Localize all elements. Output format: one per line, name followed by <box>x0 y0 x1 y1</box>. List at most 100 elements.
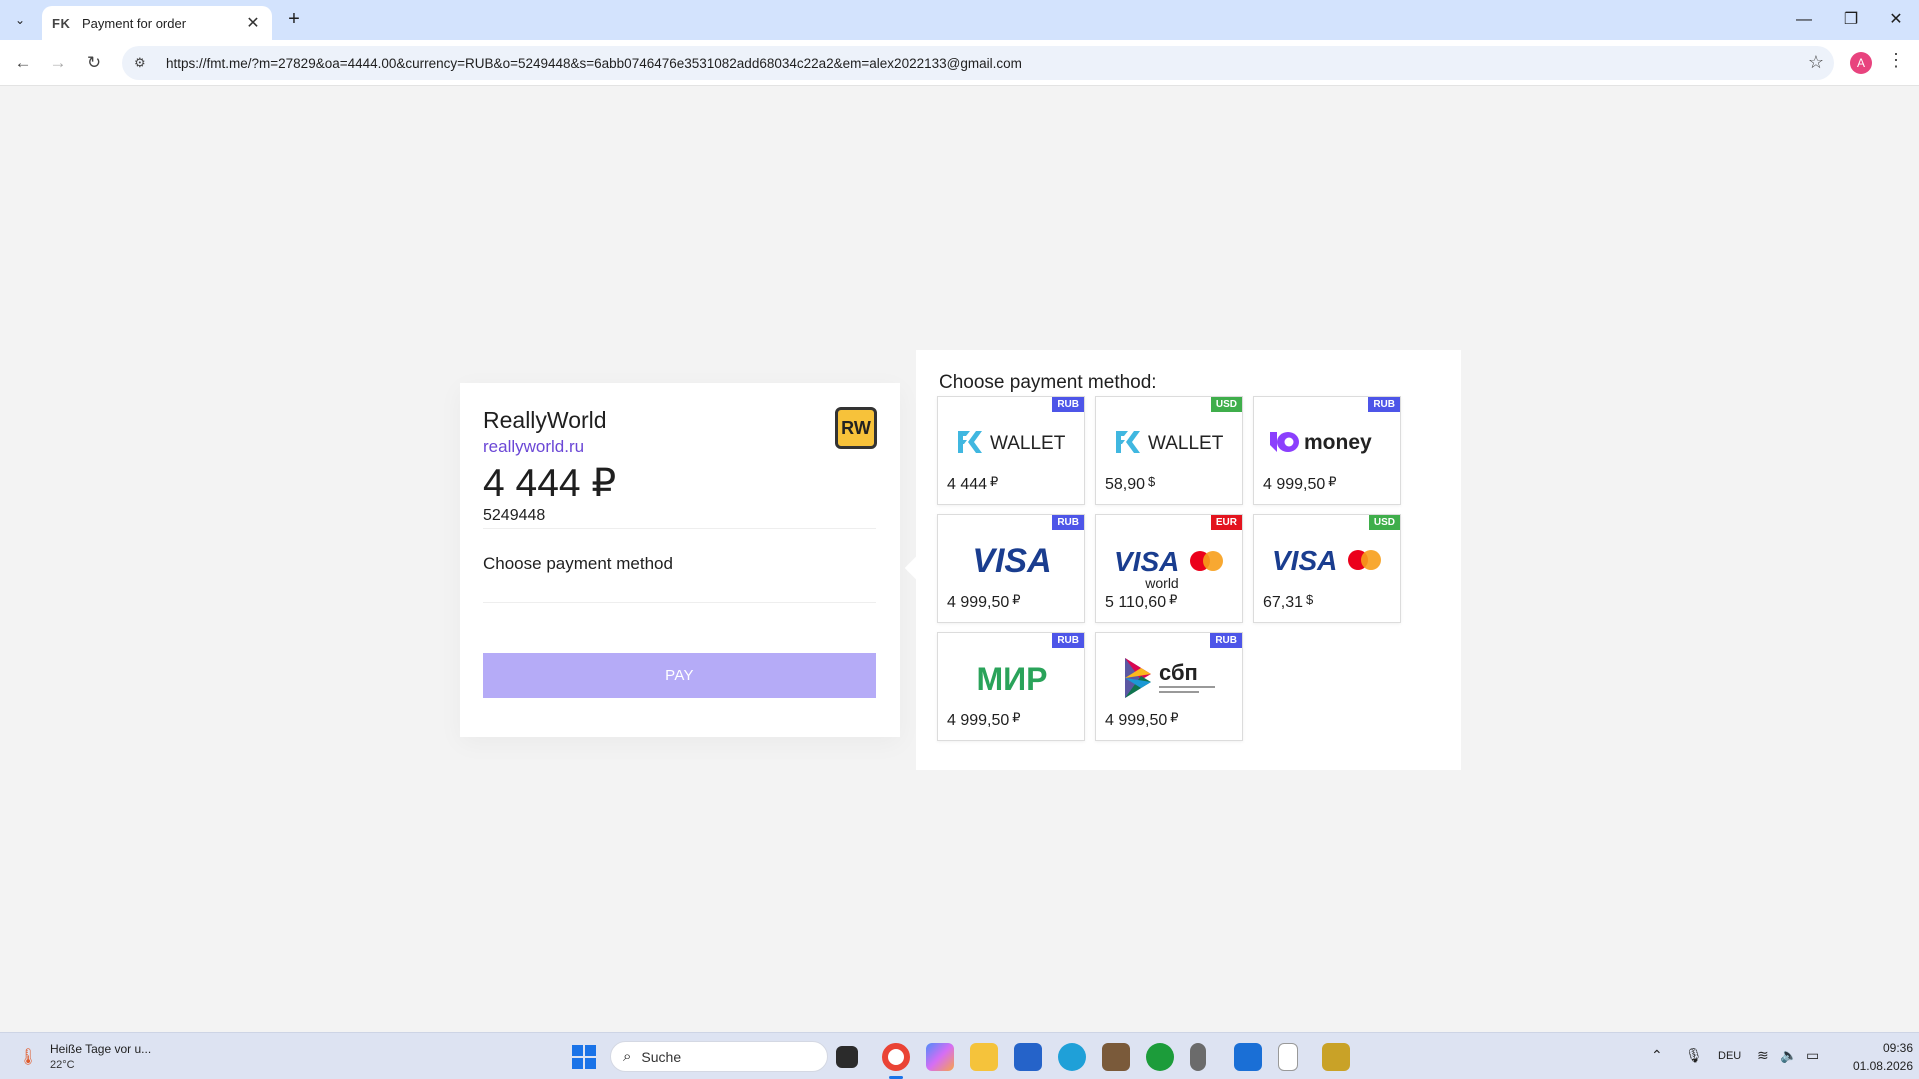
tab-strip: ⌄ FK Payment for order ✕ + — ❐ ✕ <box>0 0 1919 40</box>
back-icon[interactable]: ← <box>10 50 36 76</box>
currency-badge: USD <box>1368 515 1400 530</box>
start-windows-icon[interactable] <box>572 1045 596 1069</box>
method-price: 4 999,50 ₽ <box>1105 710 1179 729</box>
method-tile-mir[interactable]: RUB МИР 4 999,50 ₽ <box>937 632 1085 741</box>
world-text: world <box>1144 575 1178 591</box>
volume-muted-icon[interactable]: 🔈 <box>1780 1047 1797 1064</box>
merchant-logo: RW <box>835 407 877 449</box>
microphone-icon[interactable]: 🎙 <box>1685 1047 1703 1064</box>
tab-title: Payment for order <box>82 15 187 31</box>
currency-badge: RUB <box>1052 397 1084 412</box>
method-price: 4 999,50 ₽ <box>947 592 1021 611</box>
currency-badge: RUB <box>1210 633 1242 648</box>
tab-payment[interactable]: FK Payment for order ✕ <box>42 6 272 40</box>
url-text[interactable]: https://fmt.me/?m=27829&oa=4444.00&curre… <box>166 56 1022 71</box>
weather-temp: 22°C <box>50 1059 75 1071</box>
search-placeholder: Suche <box>641 1048 682 1065</box>
file-explorer-icon[interactable] <box>970 1043 998 1071</box>
minimize-icon[interactable]: — <box>1784 6 1824 34</box>
search-icon: ⌕ <box>623 1048 632 1065</box>
menu-kebab-icon[interactable]: ⋮ <box>1886 50 1906 71</box>
outlook-icon[interactable] <box>1234 1043 1262 1071</box>
weather-title[interactable]: Heiße Tage vor u... <box>50 1042 151 1056</box>
visa-text: VISA <box>972 542 1051 580</box>
method-tile-fk-wallet-rub[interactable]: RUB WALLET 4 444 ₽ <box>937 396 1085 505</box>
currency-badge: RUB <box>1368 397 1400 412</box>
taskbar-search[interactable]: ⌕ Suche <box>610 1041 828 1072</box>
sbp-text: сбп <box>1159 660 1198 685</box>
money-text: money <box>1304 431 1372 454</box>
divider <box>483 602 876 603</box>
visa-text: VISA <box>1272 545 1337 576</box>
merchant-site-link[interactable]: reallyworld.ru <box>483 437 584 457</box>
task-view-icon[interactable] <box>836 1046 858 1068</box>
visa-text: VISA <box>1114 546 1179 577</box>
method-price: 4 999,50 ₽ <box>947 710 1021 729</box>
method-tile-yoomoney[interactable]: RUB money 4 999,50 ₽ <box>1253 396 1401 505</box>
forward-icon[interactable]: → <box>45 50 71 76</box>
tab-favicon: FK <box>52 15 71 31</box>
mouse-app-icon[interactable] <box>1190 1043 1206 1071</box>
sbp-logo: сбп <box>1096 649 1244 707</box>
restore-icon[interactable]: ❐ <box>1831 6 1871 34</box>
fk-wallet-logo: WALLET <box>1096 413 1244 471</box>
currency-badge: USD <box>1210 397 1242 412</box>
methods-title: Choose payment method: <box>939 372 1157 393</box>
visa-mastercard-world-logo: VISA world <box>1096 537 1244 595</box>
chrome-icon[interactable] <box>882 1043 910 1071</box>
method-price: 4 999,50 ₽ <box>1263 474 1337 493</box>
order-amount: 4 444 ₽ <box>483 462 617 505</box>
payment-method-selector[interactable]: Choose payment method <box>483 554 673 574</box>
method-price: 67,31 $ <box>1263 592 1314 611</box>
visa-logo: VISA <box>938 531 1086 589</box>
method-price: 5 110,60 ₽ <box>1105 592 1178 611</box>
method-tile-visa-rub[interactable]: RUB VISA 4 999,50 ₽ <box>937 514 1085 623</box>
method-tile-visa-mastercard-usd[interactable]: USD VISA 67,31 $ <box>1253 514 1401 623</box>
new-tab-button[interactable]: + <box>282 8 306 32</box>
method-tile-visa-mastercard-eur[interactable]: EUR VISA world 5 110,60 ₽ <box>1095 514 1243 623</box>
battery-icon[interactable]: ▭ <box>1806 1047 1819 1064</box>
divider <box>483 528 876 529</box>
pay-button[interactable]: PAY <box>483 653 876 698</box>
clock-date[interactable]: 01.08.2026 <box>1845 1059 1913 1073</box>
mir-text: МИР <box>977 661 1048 697</box>
microsoft-store-icon[interactable] <box>1014 1043 1042 1071</box>
currency-badge: RUB <box>1052 633 1084 648</box>
reload-icon[interactable]: ↻ <box>81 50 107 76</box>
visa-mastercard-logo: VISA <box>1254 531 1402 589</box>
tray-chevron-icon[interactable]: ⌃ <box>1651 1047 1663 1064</box>
method-price: 58,90 $ <box>1105 474 1156 493</box>
method-price: 4 444 ₽ <box>947 474 999 493</box>
notepad-icon[interactable] <box>1278 1043 1298 1071</box>
method-tile-sbp[interactable]: RUB сбп 4 999,50 ₽ <box>1095 632 1243 741</box>
currency-badge: EUR <box>1210 515 1242 530</box>
wallet-text: WALLET <box>990 433 1066 454</box>
app-green-icon[interactable] <box>1146 1043 1174 1071</box>
merchant-name: ReallyWorld <box>483 407 607 433</box>
bookmark-star-icon[interactable]: ☆ <box>1808 52 1824 73</box>
mir-logo: МИР <box>938 649 1086 707</box>
taskbar: 🌡 Heiße Tage vor u... 22°C ⌕ Suche ⌃ 🎙 D… <box>0 1032 1919 1079</box>
profile-avatar[interactable]: A <box>1850 52 1872 74</box>
tab-close-icon[interactable]: ✕ <box>244 13 262 33</box>
tab-search-chevron-icon[interactable]: ⌄ <box>8 8 32 32</box>
fk-wallet-logo: WALLET <box>938 413 1086 471</box>
address-bar[interactable]: ⚙ https://fmt.me/?m=27829&oa=4444.00&cur… <box>122 46 1834 80</box>
weather-icon[interactable]: 🌡 <box>18 1047 38 1067</box>
currency-badge: RUB <box>1052 515 1084 530</box>
edge-icon[interactable] <box>1058 1043 1086 1071</box>
wallet-text: WALLET <box>1148 433 1224 454</box>
order-card: ReallyWorld reallyworld.ru RW 4 444 ₽ 52… <box>460 383 900 737</box>
yoomoney-logo: money <box>1254 413 1402 471</box>
site-info-icon[interactable]: ⚙ <box>134 55 154 71</box>
browser-toolbar: ← → ↻ ⚙ https://fmt.me/?m=27829&oa=4444.… <box>0 40 1919 86</box>
clock-time[interactable]: 09:36 <box>1865 1041 1913 1055</box>
copilot-icon[interactable] <box>926 1043 954 1071</box>
app-rw-icon[interactable] <box>1322 1043 1350 1071</box>
method-tile-fk-wallet-usd[interactable]: USD WALLET 58,90 $ <box>1095 396 1243 505</box>
payment-methods-panel: Choose payment method: RUB WALLET 4 444 ₽… <box>916 350 1461 770</box>
minecraft-icon[interactable] <box>1102 1043 1130 1071</box>
wifi-icon[interactable]: ≋ <box>1757 1047 1769 1064</box>
language-indicator[interactable]: DEU <box>1718 1050 1741 1062</box>
close-window-icon[interactable]: ✕ <box>1876 6 1916 34</box>
